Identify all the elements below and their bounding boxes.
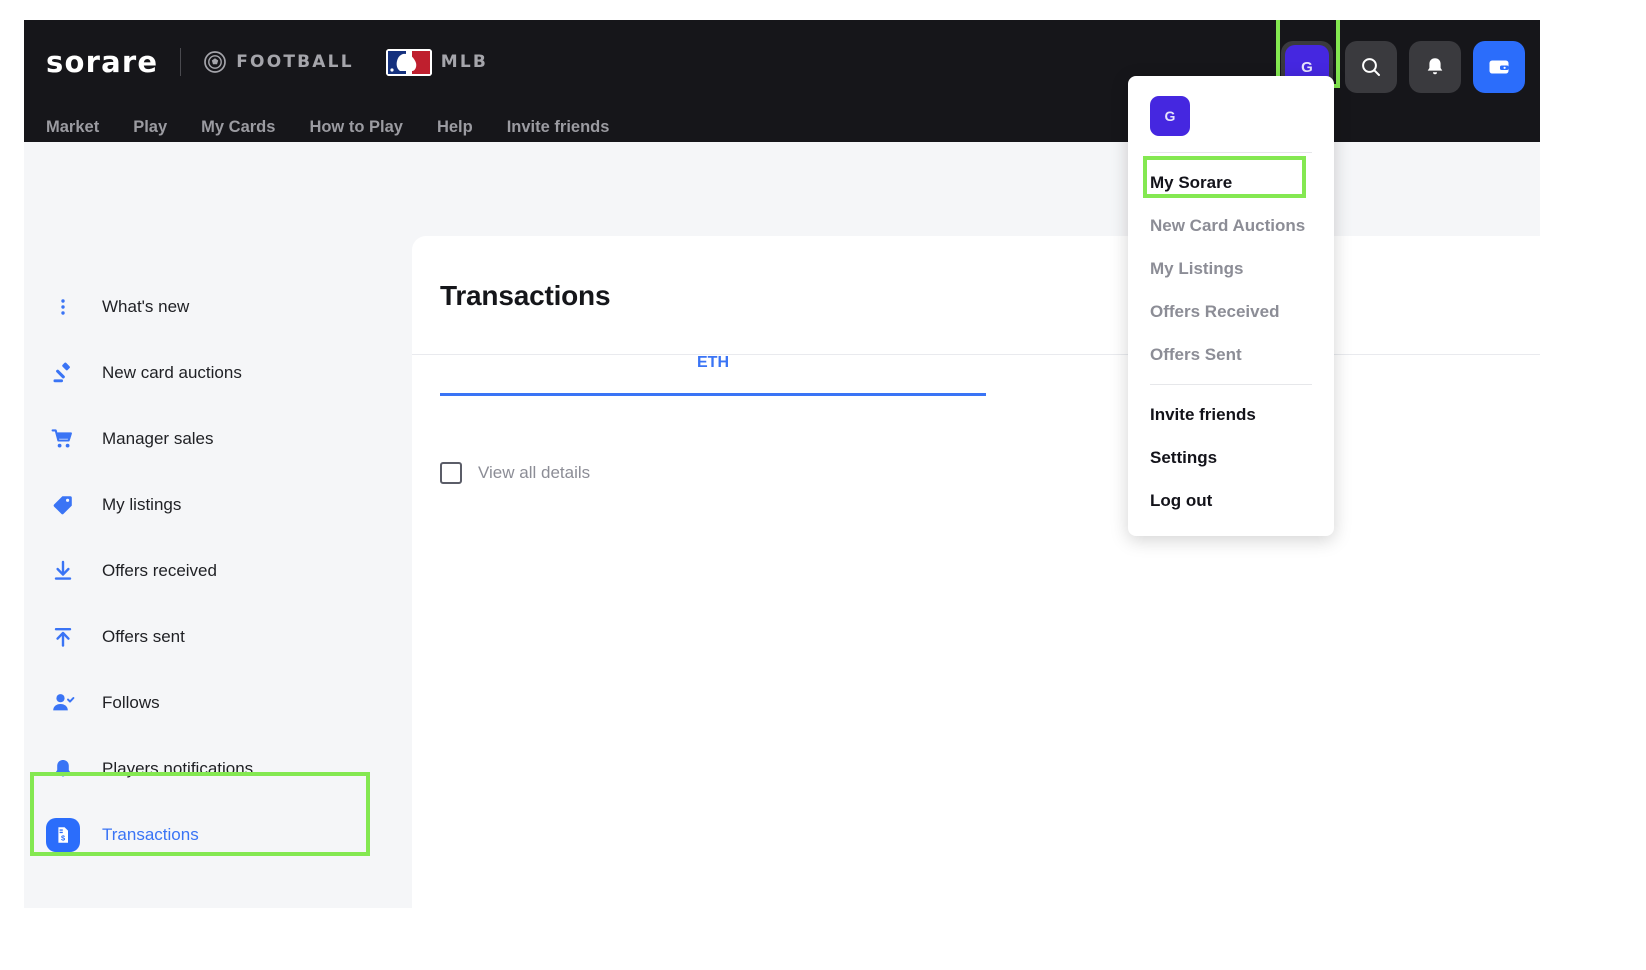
brand-row: sorare FOOTBALL MLB [46, 45, 488, 79]
tag-icon [46, 488, 80, 522]
nav-help[interactable]: Help [437, 118, 473, 137]
menu-item-offers-sent[interactable]: Offers Sent [1128, 333, 1334, 376]
sidebar-label-offers-sent: Offers sent [102, 627, 185, 646]
upload-arrow-icon [46, 620, 80, 654]
sidebar-label-whats-new: What's new [102, 297, 190, 316]
sidebar-label-my-listings: My listings [102, 495, 182, 514]
account-dropdown-menu: G My Sorare New Card Auctions My Listing… [1128, 76, 1334, 536]
bell-icon [46, 752, 80, 786]
main-content-card: Transactions ETH View all details [412, 236, 1540, 908]
download-arrow-icon [46, 554, 80, 588]
sorare-logo[interactable]: sorare [46, 45, 158, 79]
soccer-ball-icon [204, 51, 227, 73]
receipt-dollar-icon: $ [46, 818, 80, 852]
sidebar-item-my-listings[interactable]: My listings [46, 482, 376, 528]
nav-market[interactable]: Market [46, 118, 99, 137]
page-title: Transactions [440, 280, 611, 311]
currency-tabs: ETH [412, 354, 1540, 396]
user-check-icon [46, 686, 80, 720]
sidebar-label-offers-received: Offers received [102, 561, 217, 580]
sidebar-item-offers-sent[interactable]: Offers sent [46, 614, 376, 660]
search-button[interactable] [1345, 41, 1397, 93]
sidebar-item-offers-received[interactable]: Offers received [46, 548, 376, 594]
nav-how-to-play[interactable]: How to Play [309, 118, 403, 137]
menu-item-my-listings[interactable]: My Listings [1128, 247, 1334, 290]
notifications-button[interactable] [1409, 41, 1461, 93]
sidebar-label-transactions: Transactions [102, 825, 199, 844]
mlb-logo-icon [385, 48, 432, 76]
sport-label-mlb: MLB [440, 52, 489, 72]
view-all-details-row[interactable]: View all details [440, 462, 590, 484]
shopping-cart-icon [46, 422, 80, 456]
dots-vertical-icon [46, 290, 80, 324]
view-all-details-checkbox[interactable] [440, 462, 462, 484]
sidebar-label-follows: Follows [102, 693, 160, 712]
gavel-icon [46, 356, 80, 390]
sidebar-item-players-notifications[interactable]: Players notifications [46, 746, 376, 792]
svg-text:$: $ [61, 833, 65, 842]
sidebar-item-manager-sales[interactable]: Manager sales [46, 416, 376, 462]
sidebar-item-transactions[interactable]: $ Transactions [46, 812, 376, 858]
sidebar-label-players-notifications: Players notifications [102, 759, 254, 778]
menu-item-offers-received[interactable]: Offers Received [1128, 290, 1334, 333]
menu-item-log-out[interactable]: Log out [1128, 479, 1334, 522]
view-all-details-label: View all details [478, 463, 591, 482]
app-viewport: sorare FOOTBALL MLB Market Play My Cards… [24, 20, 1540, 908]
nav-invite-friends[interactable]: Invite friends [507, 118, 610, 137]
sidebar-item-whats-new[interactable]: What's new [46, 284, 376, 330]
left-sidebar: What's new New card auctions Manager sal… [24, 142, 412, 908]
primary-nav: Market Play My Cards How to Play Help In… [46, 118, 643, 137]
tab-eth[interactable]: ETH [440, 354, 986, 396]
search-icon [1362, 58, 1380, 76]
menu-item-settings[interactable]: Settings [1128, 436, 1334, 479]
menu-item-invite-friends[interactable]: Invite friends [1128, 393, 1334, 436]
menu-item-new-card-auctions[interactable]: New Card Auctions [1128, 204, 1334, 247]
sidebar-item-follows[interactable]: Follows [46, 680, 376, 726]
wallet-icon [1489, 60, 1509, 74]
dropdown-divider-top [1150, 152, 1312, 153]
sport-label-football: FOOTBALL [236, 52, 354, 72]
bell-icon [1427, 58, 1443, 75]
sport-switch-mlb[interactable]: MLB [385, 48, 489, 76]
nav-play[interactable]: Play [133, 118, 167, 137]
sidebar-label-new-card-auctions: New card auctions [102, 363, 242, 382]
dropdown-avatar: G [1150, 96, 1190, 136]
wallet-button[interactable] [1473, 41, 1525, 93]
nav-my-cards[interactable]: My Cards [201, 118, 275, 137]
brand-divider [180, 48, 182, 76]
menu-item-my-sorare[interactable]: My Sorare [1128, 161, 1334, 204]
dropdown-divider-bottom [1150, 384, 1312, 385]
sport-switch-football[interactable]: FOOTBALL [203, 50, 354, 74]
sidebar-item-new-card-auctions[interactable]: New card auctions [46, 350, 376, 396]
sidebar-label-manager-sales: Manager sales [102, 429, 214, 448]
